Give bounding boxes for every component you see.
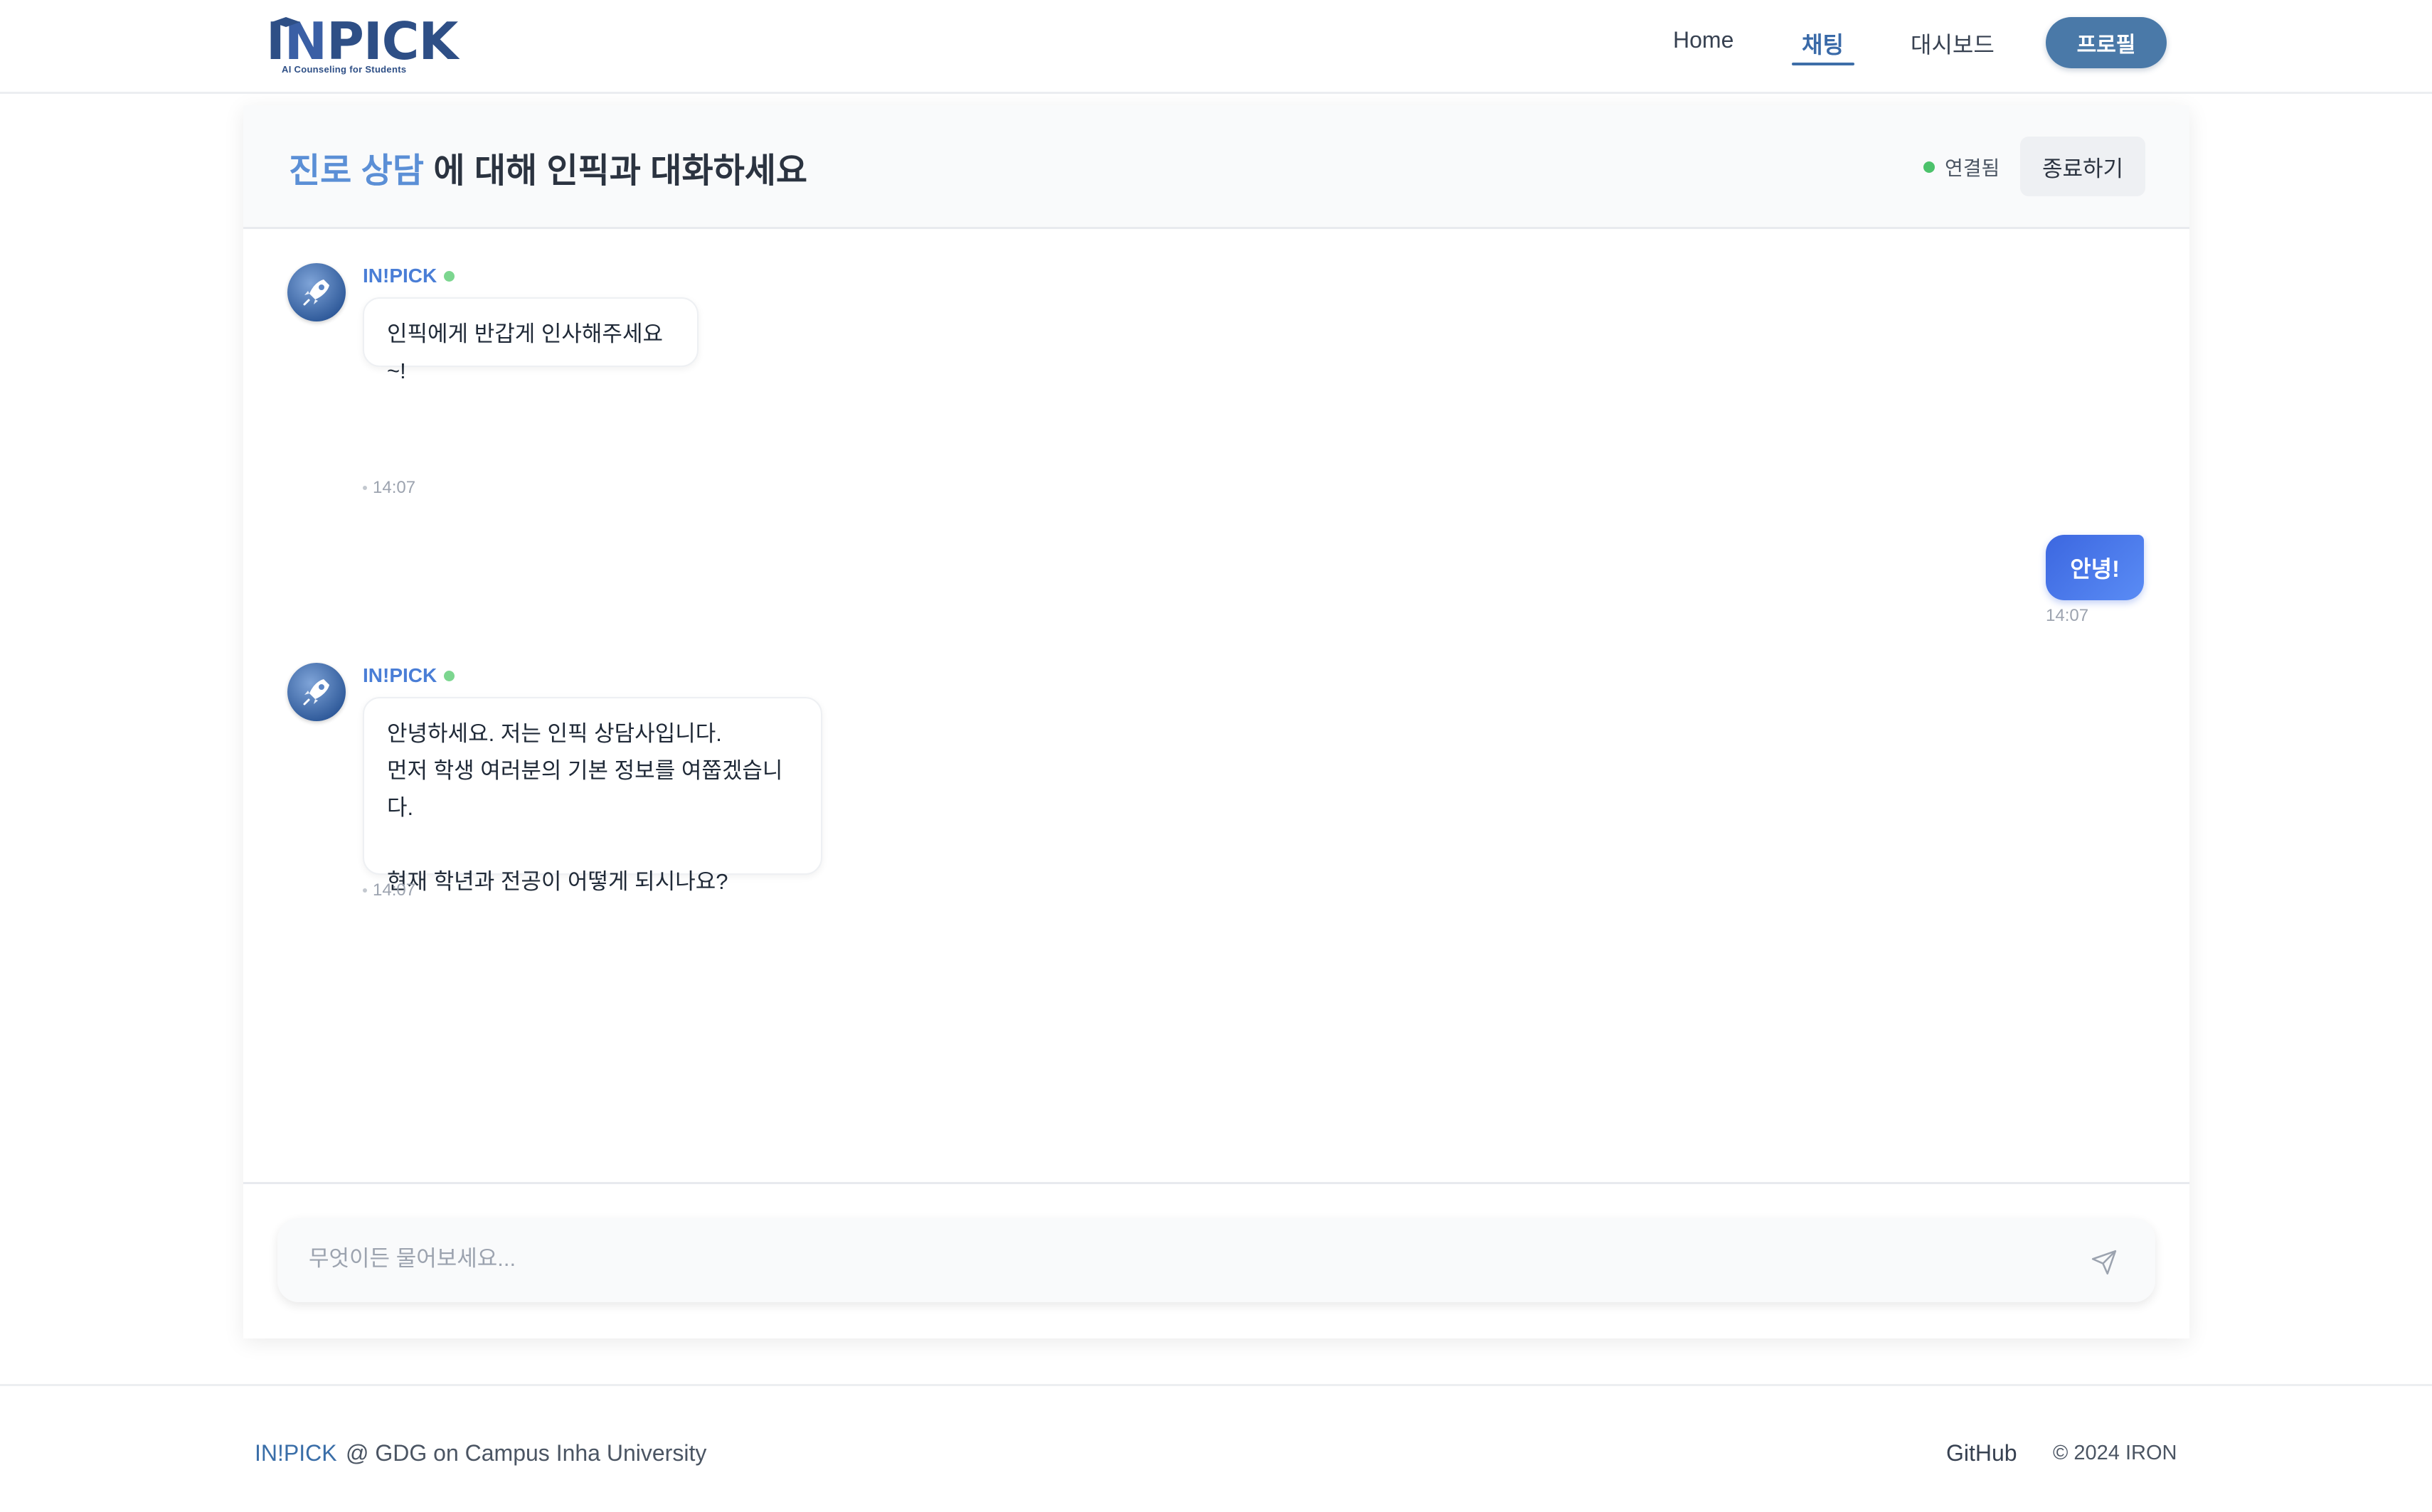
rocket-icon bbox=[303, 279, 329, 306]
footer-tagline: @ GDG on Campus Inha University bbox=[346, 1440, 707, 1466]
timestamp-text: 14:07 bbox=[373, 880, 416, 900]
end-chat-button[interactable]: 종료하기 bbox=[2020, 137, 2145, 196]
profile-button[interactable]: 프로필 bbox=[2046, 17, 2167, 68]
timestamp-text: 14:07 bbox=[2046, 606, 2089, 625]
bot-avatar bbox=[287, 663, 346, 721]
online-dot-icon bbox=[444, 670, 455, 681]
chat-title: 진로 상담 에 대해 인픽과 대화하세요 bbox=[289, 142, 807, 192]
bot-message-bubble: 인픽에게 반갑게 인사해주세요~! bbox=[363, 297, 699, 383]
message-input[interactable] bbox=[307, 1237, 2046, 1281]
message-timestamp: 14:07 bbox=[2046, 606, 2088, 626]
send-icon bbox=[2091, 1250, 2117, 1275]
composer-area bbox=[243, 1182, 2189, 1338]
github-link[interactable]: GitHub bbox=[1946, 1440, 2017, 1466]
chat-panel: 진로 상담 에 대해 인픽과 대화하세요 연결됨 종료하기 IN!PICK 인픽… bbox=[243, 105, 2189, 1338]
online-dot-icon bbox=[444, 270, 455, 282]
logo-tagline: AI Counseling for Students bbox=[282, 64, 407, 75]
logo-letters-pick: PICK bbox=[326, 11, 458, 71]
sender-name-text: IN!PICK bbox=[363, 664, 437, 686]
footer-brand: IN!PICK bbox=[255, 1440, 337, 1466]
sender-name-text: IN!PICK bbox=[363, 265, 437, 287]
nav-dashboard-link[interactable]: 대시보드 bbox=[1911, 27, 1995, 60]
rocket-icon bbox=[303, 679, 329, 706]
message-timestamp: 14:07 bbox=[363, 880, 415, 900]
bot-avatar bbox=[287, 263, 346, 321]
top-navbar: INPICK AI Counseling for Students Home 채… bbox=[0, 0, 2432, 94]
message-timestamp: 14:07 bbox=[363, 478, 415, 498]
bot-message-bubble: 안녕하세요. 저는 인픽 상담사입니다. 먼저 학생 여러분의 기본 정보를 여… bbox=[363, 697, 822, 894]
chat-topic: 진로 상담 bbox=[289, 152, 424, 190]
message-list[interactable]: IN!PICK 인픽에게 반갑게 인사해주세요~! 14:07 안녕! 14:0… bbox=[243, 229, 2189, 1182]
nav-home-link[interactable]: Home bbox=[1673, 27, 1733, 53]
graduation-cap-icon bbox=[272, 17, 300, 27]
timestamp-dot-icon bbox=[363, 486, 367, 490]
send-button[interactable] bbox=[2087, 1245, 2121, 1279]
connection-status: 연결됨 bbox=[1923, 153, 2000, 181]
active-tab-indicator bbox=[1792, 63, 1854, 65]
bot-sender-name: IN!PICK bbox=[363, 664, 455, 687]
status-label: 연결됨 bbox=[1945, 157, 2000, 179]
timestamp-text: 14:07 bbox=[373, 478, 416, 497]
message-composer bbox=[277, 1218, 2155, 1302]
inpick-logo[interactable]: INPICK AI Counseling for Students bbox=[266, 13, 458, 75]
status-dot-icon bbox=[1923, 161, 1935, 173]
nav-chat-link[interactable]: 채팅 bbox=[1802, 27, 1844, 60]
chat-header: 진로 상담 에 대해 인픽과 대화하세요 연결됨 종료하기 bbox=[243, 105, 2189, 229]
chat-title-suffix: 에 대해 인픽과 대화하세요 bbox=[423, 152, 808, 190]
timestamp-dot-icon bbox=[363, 888, 367, 893]
page-footer: IN!PICK @ GDG on Campus Inha University … bbox=[0, 1384, 2432, 1512]
user-message-bubble: 안녕! bbox=[2046, 535, 2144, 600]
copyright-text: © 2024 IRON bbox=[2053, 1442, 2177, 1464]
bot-sender-name: IN!PICK bbox=[363, 265, 455, 287]
